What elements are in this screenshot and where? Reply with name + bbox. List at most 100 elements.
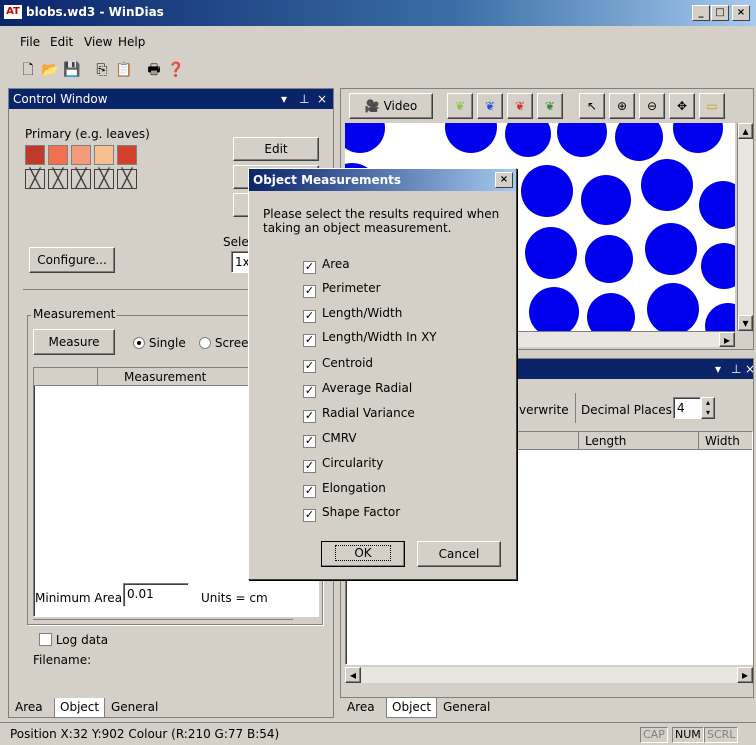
checkbox-checked-icon: ✓ bbox=[303, 359, 316, 373]
tab-general-right[interactable]: General bbox=[438, 698, 495, 718]
log-data-box bbox=[39, 633, 52, 646]
empty-swatch-5[interactable]: ╳ bbox=[117, 169, 137, 189]
results-scroll-right-icon[interactable]: ▸ bbox=[737, 667, 753, 683]
pin-icon[interactable]: ⊥ bbox=[299, 89, 309, 109]
decimal-spinner[interactable]: ▴ ▾ bbox=[701, 397, 715, 419]
dialog-title-bar: Object Measurements × bbox=[249, 169, 516, 191]
option-average-radial[interactable]: ✓ Average Radial bbox=[303, 381, 413, 398]
status-text: Position X:32 Y:902 Colour (R:210 G:77 B… bbox=[10, 727, 280, 741]
option-label: Circularity bbox=[322, 456, 384, 470]
video-label: Video bbox=[383, 99, 418, 113]
option-label: CMRV bbox=[322, 431, 357, 445]
radio-single-icon bbox=[133, 337, 145, 349]
col-length[interactable]: Length bbox=[578, 432, 698, 450]
tab-object-left[interactable]: Object bbox=[54, 698, 106, 718]
radio-screen-icon bbox=[199, 337, 211, 349]
option-length-width[interactable]: ✓ Length/Width bbox=[303, 306, 402, 323]
option-centroid[interactable]: ✓ Centroid bbox=[303, 356, 373, 373]
copy-icon[interactable]: ⎘ bbox=[92, 60, 112, 80]
overwrite-label[interactable]: verwrite bbox=[519, 403, 569, 417]
pan-icon[interactable]: ✥ bbox=[669, 93, 695, 119]
table-header-measurement[interactable]: Measurement bbox=[102, 370, 206, 384]
video-button[interactable]: 🎥 Video bbox=[349, 93, 433, 119]
panel-close-icon[interactable]: × bbox=[317, 89, 327, 109]
zoom-in-icon[interactable]: ⊕ bbox=[609, 93, 635, 119]
help-icon[interactable]: ❓ bbox=[166, 60, 186, 80]
scroll-down-icon[interactable]: ▾ bbox=[738, 315, 753, 331]
paste-icon[interactable]: 📋 bbox=[114, 60, 134, 80]
right-tab-strip: Area Object General bbox=[342, 698, 662, 718]
blue-leaf-icon[interactable]: ❦ bbox=[477, 93, 503, 119]
log-data-label: Log data bbox=[55, 633, 109, 647]
dialog-instructions: Please select the results required when … bbox=[263, 207, 500, 235]
option-perimeter[interactable]: ✓ Perimeter bbox=[303, 281, 381, 298]
configure-button[interactable]: Configure... bbox=[29, 247, 115, 273]
num-indicator: NUM bbox=[672, 727, 704, 743]
option-label: Average Radial bbox=[322, 381, 413, 395]
menu-help[interactable]: Help bbox=[118, 35, 145, 49]
tab-area-right[interactable]: Area bbox=[342, 698, 380, 718]
tab-object-right[interactable]: Object bbox=[386, 698, 438, 718]
empty-swatch-4[interactable]: ╳ bbox=[94, 169, 114, 189]
dialog-close-button[interactable]: × bbox=[495, 172, 513, 188]
swatch-2[interactable] bbox=[48, 145, 68, 165]
menu-view[interactable]: View bbox=[84, 35, 112, 49]
decimal-places-input[interactable]: 4 bbox=[673, 397, 701, 419]
menu-edit[interactable]: Edit bbox=[50, 35, 73, 49]
ok-button[interactable]: OK bbox=[321, 541, 405, 567]
empty-swatch-3[interactable]: ╳ bbox=[71, 169, 91, 189]
option-cmrv[interactable]: ✓ CMRV bbox=[303, 431, 357, 448]
option-area[interactable]: ✓ Area bbox=[303, 257, 350, 274]
results-horizontal-scrollbar[interactable]: ◂ ▸ bbox=[345, 667, 753, 683]
menu-bar: File Edit View Help bbox=[0, 30, 756, 54]
zoom-out-icon[interactable]: ⊖ bbox=[639, 93, 665, 119]
video-vertical-scrollbar[interactable]: ▴ ▾ bbox=[737, 123, 753, 331]
tab-general-left[interactable]: General bbox=[106, 698, 163, 718]
results-scroll-left-icon[interactable]: ◂ bbox=[345, 667, 361, 683]
swatch-5[interactable] bbox=[117, 145, 137, 165]
pointer-icon[interactable]: ↖ bbox=[579, 93, 605, 119]
scroll-right-icon[interactable]: ▸ bbox=[719, 332, 735, 347]
empty-swatch-1[interactable]: ╳ bbox=[25, 169, 45, 189]
option-radial-variance[interactable]: ✓ Radial Variance bbox=[303, 406, 415, 423]
results-dropdown-icon[interactable]: ▾ bbox=[715, 359, 721, 379]
swatch-4[interactable] bbox=[94, 145, 114, 165]
measure-button[interactable]: Measure bbox=[33, 329, 115, 355]
menu-file[interactable]: File bbox=[20, 35, 40, 49]
ruler-icon[interactable]: ▭ bbox=[699, 93, 725, 119]
red-leaf-icon[interactable]: ❦ bbox=[507, 93, 533, 119]
open-folder-icon[interactable]: 📂 bbox=[40, 60, 60, 80]
cancel-button[interactable]: Cancel bbox=[417, 541, 501, 567]
swatch-3[interactable] bbox=[71, 145, 91, 165]
save-icon[interactable]: 💾 bbox=[62, 60, 82, 80]
option-length-width-xy[interactable]: ✓ Length/Width In XY bbox=[303, 330, 437, 347]
checkbox-checked-icon: ✓ bbox=[303, 409, 316, 423]
option-shape-factor[interactable]: ✓ Shape Factor bbox=[303, 505, 400, 522]
empty-swatch-2[interactable]: ╳ bbox=[48, 169, 68, 189]
divider bbox=[33, 619, 293, 620]
results-close-icon[interactable]: × bbox=[745, 359, 755, 379]
close-button[interactable]: × bbox=[732, 5, 750, 21]
main-toolbar: 🗋 📂 💾 ⎘ 📋 🖶 ❓ bbox=[0, 56, 756, 86]
tab-area-left[interactable]: Area bbox=[10, 698, 48, 718]
green-leaf-icon[interactable]: ❦ bbox=[447, 93, 473, 119]
dropdown-icon[interactable]: ▾ bbox=[281, 89, 287, 109]
print-icon[interactable]: 🖶 bbox=[144, 60, 164, 80]
left-tab-strip: Area Object General bbox=[10, 698, 330, 718]
edit-button[interactable]: Edit bbox=[233, 137, 319, 161]
scroll-up-icon[interactable]: ▴ bbox=[738, 123, 753, 139]
new-file-icon[interactable]: 🗋 bbox=[18, 60, 38, 80]
table-header-blank[interactable] bbox=[34, 368, 98, 386]
log-data-checkbox[interactable]: Log data bbox=[39, 631, 108, 647]
scrl-indicator: SCRL bbox=[704, 727, 739, 743]
maximize-button[interactable]: □ bbox=[711, 5, 729, 21]
option-elongation[interactable]: ✓ Elongation bbox=[303, 481, 386, 498]
swatch-1[interactable] bbox=[25, 145, 45, 165]
min-area-input[interactable]: 0.01 bbox=[123, 583, 189, 607]
results-pin-icon[interactable]: ⊥ bbox=[731, 359, 741, 379]
dark-green-leaf-icon[interactable]: ❦ bbox=[537, 93, 563, 119]
minimize-button[interactable]: _ bbox=[692, 5, 710, 21]
col-width[interactable]: Width bbox=[698, 432, 754, 450]
option-circularity[interactable]: ✓ Circularity bbox=[303, 456, 384, 473]
radio-single[interactable]: Single bbox=[133, 335, 186, 350]
